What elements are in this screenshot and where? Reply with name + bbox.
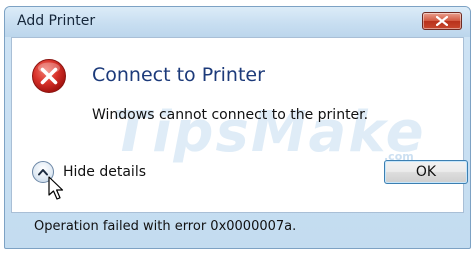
close-button[interactable]: [422, 12, 462, 30]
ok-button[interactable]: OK: [384, 160, 468, 184]
title-bar[interactable]: Add Printer: [5, 7, 470, 37]
mouse-pointer-icon: [48, 176, 64, 200]
error-icon: [32, 59, 66, 93]
hide-details-label[interactable]: Hide details: [63, 164, 146, 180]
error-message: Windows cannot connect to the printer.: [92, 107, 369, 123]
window-title: Add Printer: [17, 13, 96, 29]
error-details-text: Operation failed with error 0x0000007a.: [34, 219, 297, 234]
close-icon: [436, 16, 448, 26]
add-printer-dialog: Add Printer Connect to Printer TipsMake …: [4, 6, 471, 249]
dialog-heading: Connect to Printer: [92, 64, 265, 86]
dialog-content: Connect to Printer TipsMake .com Windows…: [11, 37, 468, 213]
